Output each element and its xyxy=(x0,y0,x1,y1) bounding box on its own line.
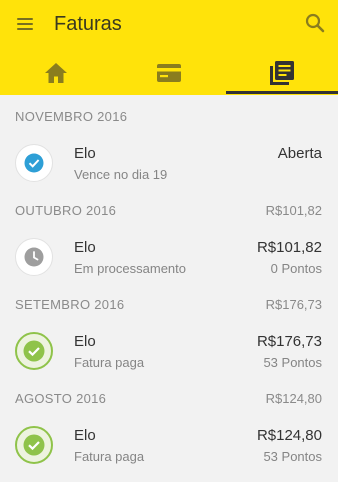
credit-card-icon xyxy=(157,63,181,82)
invoice-points: 0 Pontos xyxy=(270,261,322,276)
section-header: NOVEMBRO 2016 xyxy=(0,101,338,131)
home-icon xyxy=(45,62,67,83)
app-bar: Faturas xyxy=(0,0,338,95)
tab-invoices[interactable] xyxy=(226,50,338,95)
section-total: R$101,82 xyxy=(265,203,322,218)
status-badge xyxy=(15,332,53,370)
section-total: R$124,80 xyxy=(265,391,322,406)
invoice-points: 53 Pontos xyxy=(263,449,322,464)
card-name: Elo xyxy=(74,333,96,350)
invoice-amount: R$124,80 xyxy=(256,427,322,444)
check-circle-icon xyxy=(23,340,45,362)
tab-cards[interactable] xyxy=(113,50,225,95)
status-badge xyxy=(15,426,53,464)
card-name: Elo xyxy=(74,427,96,444)
menu-icon[interactable] xyxy=(14,14,36,34)
invoice-status-text: Vence no dia 19 xyxy=(74,167,168,182)
invoice-amount: R$101,82 xyxy=(256,239,322,256)
invoice-item[interactable]: Elo Vence no dia 19 Aberta xyxy=(0,131,338,195)
invoice-status-text: Fatura paga xyxy=(74,449,145,464)
check-circle-icon xyxy=(24,153,44,173)
invoices-icon xyxy=(270,60,294,85)
search-icon[interactable] xyxy=(304,12,326,34)
selected-tab-indicator xyxy=(226,91,338,94)
invoice-amount: Aberta xyxy=(277,145,322,162)
section-month: AGOSTO 2016 xyxy=(15,391,107,406)
section-header: AGOSTO 2016 R$124,80 xyxy=(0,383,338,413)
card-name: Elo xyxy=(74,145,96,162)
section-month: NOVEMBRO 2016 xyxy=(15,109,128,124)
card-name: Elo xyxy=(74,239,96,256)
check-circle-icon xyxy=(23,434,45,456)
invoice-status-text: Fatura paga xyxy=(74,355,145,370)
section-total: R$176,73 xyxy=(265,297,322,312)
section-header: SETEMBRO 2016 R$176,73 xyxy=(0,289,338,319)
page-title: Faturas xyxy=(54,13,122,35)
section-month: OUTUBRO 2016 xyxy=(15,203,117,218)
section-month: SETEMBRO 2016 xyxy=(15,297,125,312)
tab-home[interactable] xyxy=(0,50,112,95)
status-badge xyxy=(15,238,53,276)
invoice-item[interactable]: Elo Em processamento R$101,82 0 Pontos xyxy=(0,225,338,289)
section-header: OUTUBRO 2016 R$101,82 xyxy=(0,195,338,225)
invoice-points: 53 Pontos xyxy=(263,355,322,370)
invoice-status-text: Em processamento xyxy=(74,261,186,276)
invoice-item[interactable]: Elo Fatura paga R$124,80 53 Pontos xyxy=(0,413,338,477)
invoice-amount: R$176,73 xyxy=(256,333,322,350)
invoice-item[interactable]: Elo Fatura paga R$176,73 53 Pontos xyxy=(0,319,338,383)
clock-icon xyxy=(24,247,44,267)
status-badge xyxy=(15,144,53,182)
